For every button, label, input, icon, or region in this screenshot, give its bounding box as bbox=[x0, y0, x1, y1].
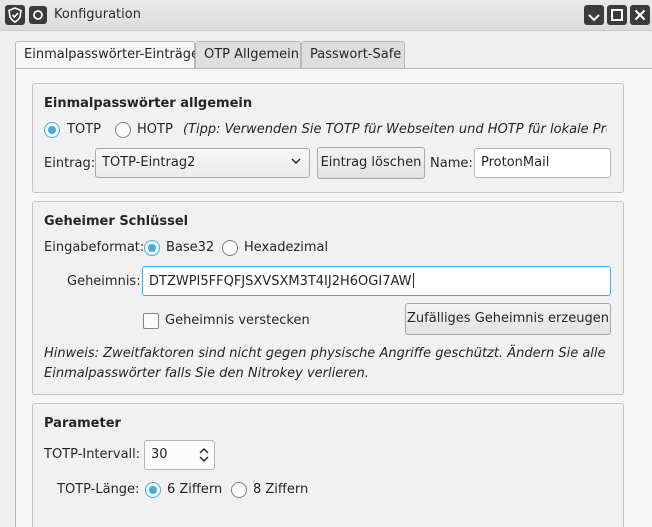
random-secret-button[interactable]: Zufälliges Geheimnis erzeugen bbox=[405, 303, 611, 335]
hex-radio[interactable] bbox=[222, 240, 238, 256]
entry-label: Eintrag: bbox=[44, 156, 96, 171]
window-title: Konfiguration bbox=[54, 7, 141, 22]
length-8-label[interactable]: 8 Ziffern bbox=[253, 482, 308, 497]
window-menu-icon[interactable] bbox=[29, 6, 47, 24]
base32-radio[interactable] bbox=[144, 240, 160, 256]
close-icon[interactable] bbox=[630, 5, 650, 25]
tab-otp-general[interactable]: OTP Allgemein bbox=[195, 41, 301, 69]
title-bar: Konfiguration bbox=[0, 0, 652, 31]
entry-select[interactable]: TOTP-Eintrag2 bbox=[95, 148, 310, 178]
hotp-radio-label[interactable]: HOTP bbox=[137, 122, 173, 137]
entry-select-value: TOTP-Eintrag2 bbox=[102, 155, 196, 170]
config-window: Konfiguration Einmalpasswörter-Einträge … bbox=[0, 0, 652, 527]
base32-radio-label[interactable]: Base32 bbox=[166, 240, 214, 255]
tab-otp-entries[interactable]: Einmalpasswörter-Einträge bbox=[15, 41, 199, 70]
length-6-label[interactable]: 6 Ziffern bbox=[167, 482, 222, 497]
otp-tip-text: (Tipp: Verwenden Sie TOTP für Webseiten … bbox=[183, 122, 607, 137]
chevron-down-icon bbox=[290, 155, 302, 171]
hotp-radio[interactable] bbox=[115, 122, 131, 138]
format-label: Eingabeformat: bbox=[44, 240, 145, 255]
hex-radio-label[interactable]: Hexadezimal bbox=[244, 240, 328, 255]
totp-interval-spinbox[interactable]: 30 bbox=[144, 440, 215, 470]
tab-password-safe[interactable]: Passwort-Safe bbox=[301, 41, 405, 69]
hide-secret-checkbox[interactable] bbox=[143, 313, 159, 329]
shield-icon bbox=[5, 5, 25, 25]
maximize-icon[interactable] bbox=[607, 5, 627, 25]
totp-interval-label: TOTP-Intervall: bbox=[44, 447, 141, 462]
secret-key-title: Geheimer Schlüssel bbox=[44, 214, 189, 229]
minimize-icon[interactable] bbox=[584, 5, 604, 25]
secret-key-group: Geheimer Schlüssel Eingabeformat: Base32… bbox=[32, 201, 624, 395]
otp-general-group: Einmalpasswörter allgemein TOTP HOTP (Ti… bbox=[32, 83, 624, 193]
length-8-radio[interactable] bbox=[231, 482, 247, 498]
otp-general-title: Einmalpasswörter allgemein bbox=[44, 96, 253, 111]
hide-secret-label[interactable]: Geheimnis verstecken bbox=[165, 313, 310, 328]
secret-hint-text: Hinweis: Zweitfaktoren sind nicht gegen … bbox=[44, 346, 606, 381]
secret-input-value: DTZWPI5FFQFJSXVSXM3T4IJ2H6OGI7AW bbox=[149, 274, 412, 289]
totp-radio-label[interactable]: TOTP bbox=[67, 122, 101, 137]
secret-label: Geheimnis: bbox=[67, 274, 141, 289]
parameters-title: Parameter bbox=[44, 416, 121, 431]
parameters-group: Parameter TOTP-Intervall: 30 TOTP-Länge:… bbox=[32, 403, 624, 527]
totp-radio[interactable] bbox=[44, 122, 60, 138]
spin-up-down-icon[interactable] bbox=[199, 446, 209, 468]
totp-interval-value: 30 bbox=[151, 447, 168, 462]
name-field[interactable]: ProtonMail bbox=[474, 148, 611, 178]
length-6-radio[interactable] bbox=[145, 482, 161, 498]
totp-length-label: TOTP-Länge: bbox=[57, 482, 140, 497]
delete-entry-button[interactable]: Eintrag löschen bbox=[317, 147, 425, 179]
text-caret bbox=[412, 273, 414, 288]
secret-input[interactable]: DTZWPI5FFQFJSXVSXM3T4IJ2H6OGI7AW bbox=[142, 266, 611, 296]
tab-panel: Einmalpasswörter allgemein TOTP HOTP (Ti… bbox=[15, 68, 652, 527]
name-label: Name: bbox=[430, 156, 473, 171]
